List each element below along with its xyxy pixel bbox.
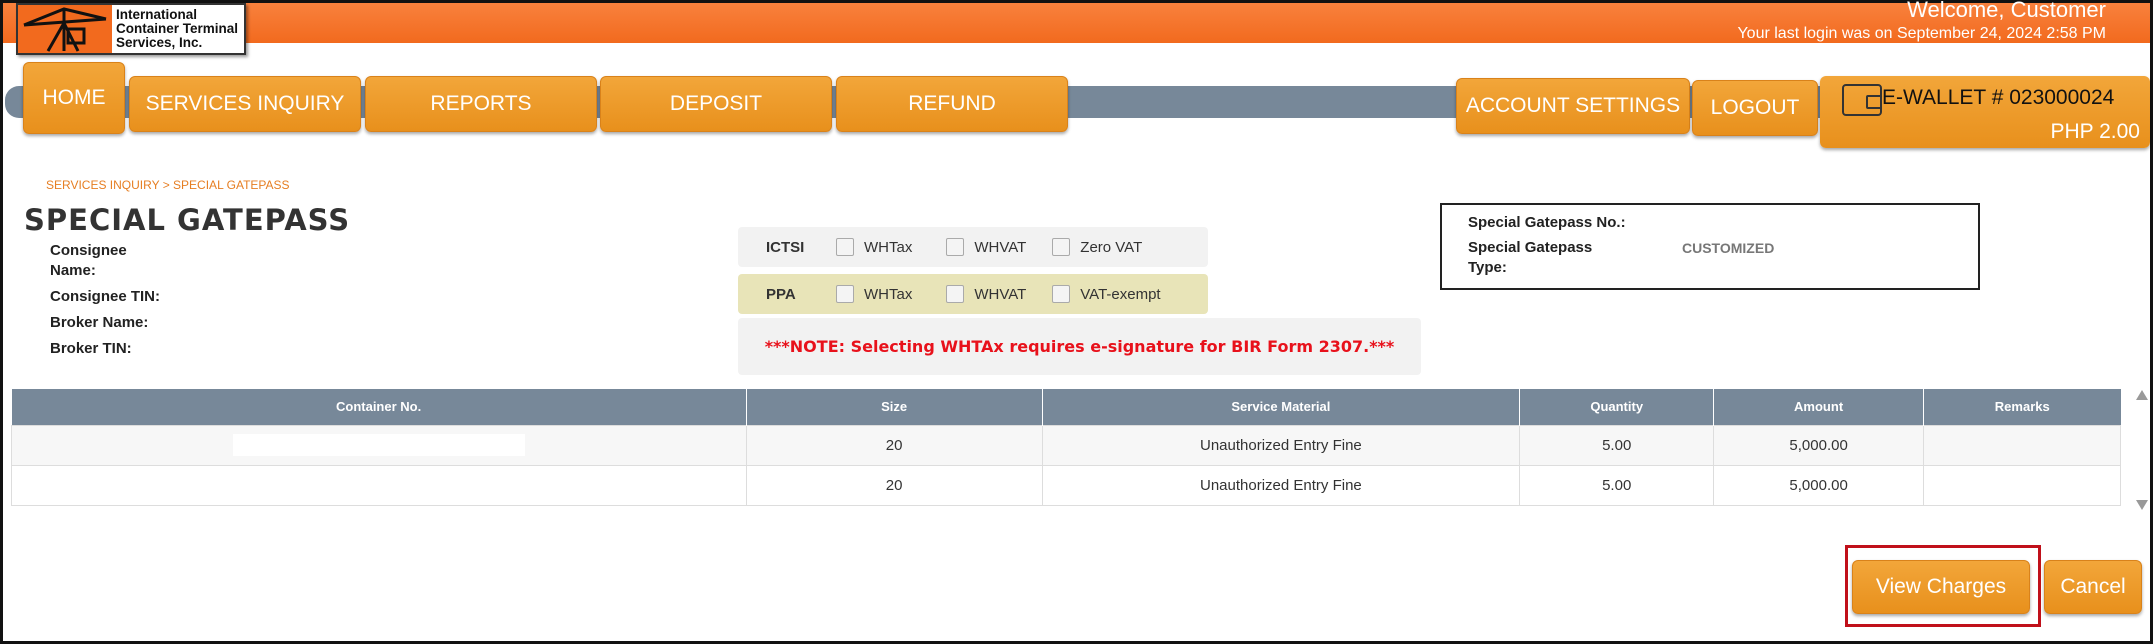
wallet-balance: PHP 2.00 xyxy=(2050,120,2140,143)
ppa-whtax-label: WHTax xyxy=(864,285,913,303)
gatepass-info-box: Special Gatepass No.: Special Gatepass T… xyxy=(1440,203,1980,290)
gatepass-type-label-line1: Special Gatepass xyxy=(1468,239,1593,256)
wallet-icon xyxy=(1842,84,1882,116)
ictsi-whvat-checkbox[interactable] xyxy=(946,238,965,256)
logo-text: International Container Terminal Service… xyxy=(112,8,238,50)
ppa-vat-exempt-checkbox[interactable] xyxy=(1052,285,1071,303)
scroll-down-arrow-icon[interactable] xyxy=(2136,500,2148,510)
breadcrumb[interactable]: SERVICES INQUIRY > SPECIAL GATEPASS xyxy=(46,178,290,192)
nav-reports[interactable]: REPORTS xyxy=(365,76,597,132)
col-remarks[interactable]: Remarks xyxy=(1923,389,2121,425)
broker-name-label: Broker Name: xyxy=(50,314,149,331)
consignee-name-label-line1: Consignee xyxy=(50,242,127,259)
gatepass-type-label: Special Gatepass Type: xyxy=(1468,238,1592,278)
container-cell xyxy=(11,424,747,466)
col-quantity[interactable]: Quantity xyxy=(1519,389,1715,425)
ictsi-whtax-checkbox[interactable] xyxy=(836,238,854,256)
ictsi-label: ICTSI xyxy=(766,238,805,256)
scroll-up-arrow-icon[interactable] xyxy=(2136,390,2148,400)
ictsi-zero-vat-label: Zero VAT xyxy=(1080,238,1143,256)
e-wallet-panel[interactable]: E-WALLET # 023000024 PHP 2.00 xyxy=(1820,76,2150,148)
size-cell: 20 xyxy=(745,424,1043,466)
col-size[interactable]: Size xyxy=(746,389,1043,425)
nav-services-inquiry[interactable]: SERVICES INQUIRY xyxy=(129,76,361,132)
last-login-text: Your last login was on September 24, 202… xyxy=(1737,25,2106,42)
logo-line-1: International xyxy=(116,7,198,22)
company-logo[interactable]: International Container Terminal Service… xyxy=(16,3,246,55)
ictsi-zero-vat-checkbox[interactable] xyxy=(1052,238,1071,256)
gatepass-type-value: CUSTOMIZED xyxy=(1682,240,1775,256)
amount-cell: 5,000.00 xyxy=(1713,464,1925,506)
top-bar: Welcome, Customer Your last login was on… xyxy=(3,0,2150,43)
ppa-vat-exempt-label: VAT-exempt xyxy=(1080,285,1161,303)
gatepass-number-label: Special Gatepass No.: xyxy=(1468,214,1626,231)
welcome-text: Welcome, Customer xyxy=(1907,0,2106,22)
logo-line-3: Services, Inc. xyxy=(116,35,203,50)
ppa-whtax-checkbox[interactable] xyxy=(836,285,854,303)
col-container-no[interactable]: Container No. xyxy=(11,389,747,425)
nav-deposit[interactable]: DEPOSIT xyxy=(600,76,832,132)
ictsi-whtax-label: WHTax xyxy=(864,238,913,256)
logo-line-2: Container Terminal xyxy=(116,21,239,36)
ppa-whvat-checkbox[interactable] xyxy=(946,285,965,303)
material-cell: Unauthorized Entry Fine xyxy=(1041,424,1521,466)
consignee-tin-label: Consignee TIN: xyxy=(50,288,161,305)
remarks-cell xyxy=(1923,424,2121,466)
gatepass-type-label-line2: Type: xyxy=(1468,259,1507,276)
ppa-label: PPA xyxy=(766,285,796,303)
col-service-material[interactable]: Service Material xyxy=(1042,389,1521,425)
amount-cell: 5,000.00 xyxy=(1713,424,1925,466)
nav-home[interactable]: HOME xyxy=(23,62,125,134)
col-amount[interactable]: Amount xyxy=(1713,389,1925,425)
quantity-cell: 5.00 xyxy=(1519,424,1715,466)
ictsi-tax-options: ICTSI WHTax WHVAT Zero VAT xyxy=(738,227,1208,267)
ppa-tax-options: PPA WHTax WHVAT VAT-exempt xyxy=(738,274,1208,314)
nav-logout[interactable]: LOGOUT xyxy=(1692,80,1818,136)
container-cell xyxy=(11,464,747,506)
table-header-row: Container No. Size Service Material Quan… xyxy=(11,389,2121,425)
whtax-note: ***NOTE: Selecting WHTAx requires e-sign… xyxy=(738,318,1421,375)
consignee-name-label-line2: Name: xyxy=(50,262,96,279)
view-charges-button[interactable]: View Charges xyxy=(1852,560,2030,614)
nav-refund[interactable]: REFUND xyxy=(836,76,1068,132)
size-cell: 20 xyxy=(745,464,1043,506)
charges-table: Container No. Size Service Material Quan… xyxy=(11,389,2121,506)
material-cell: Unauthorized Entry Fine xyxy=(1041,464,1521,506)
remarks-cell xyxy=(1923,464,2121,506)
quantity-cell: 5.00 xyxy=(1519,464,1715,506)
ppa-whvat-label: WHVAT xyxy=(974,285,1027,303)
table-row[interactable]: 20 Unauthorized Entry Fine 5.00 5,000.00 xyxy=(11,464,2121,506)
consignee-name-label: Consignee Name: xyxy=(50,241,127,281)
cancel-button[interactable]: Cancel xyxy=(2044,560,2142,614)
wallet-number: E-WALLET # 023000024 xyxy=(1882,86,2115,109)
crane-logo-icon xyxy=(18,5,112,53)
ictsi-whvat-label: WHVAT xyxy=(974,238,1027,256)
container-value xyxy=(232,434,525,456)
nav-account-settings[interactable]: ACCOUNT SETTINGS xyxy=(1456,78,1690,134)
page-title: SPECIAL GATEPASS xyxy=(24,203,351,237)
table-row[interactable]: 20 Unauthorized Entry Fine 5.00 5,000.00 xyxy=(11,424,2121,466)
broker-tin-label: Broker TIN: xyxy=(50,340,132,357)
